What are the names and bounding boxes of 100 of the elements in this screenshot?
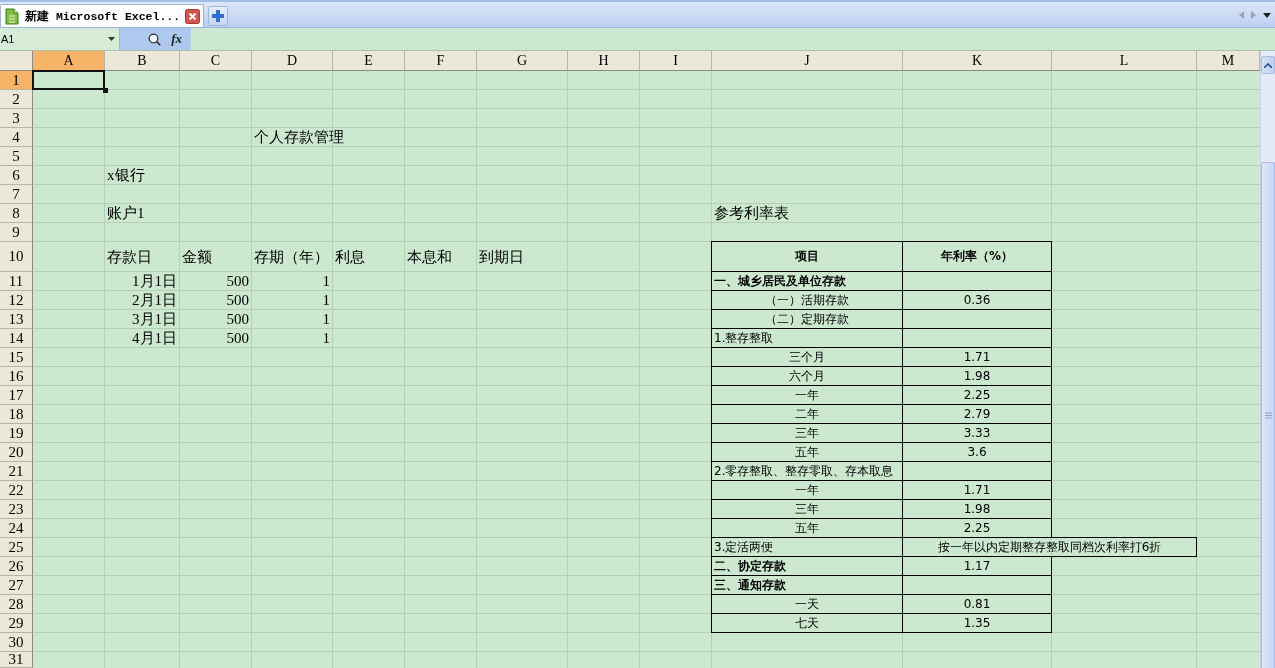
column-header[interactable]: J <box>712 51 903 71</box>
row-header[interactable]: 24 <box>0 519 33 538</box>
table-cell: 2.79 <box>903 405 1052 424</box>
row-header[interactable]: 16 <box>0 367 33 386</box>
cell-text: 1 <box>322 292 330 309</box>
table-cell: 三年 <box>711 500 903 519</box>
row-header[interactable]: 28 <box>0 595 33 614</box>
name-box[interactable]: A1 <box>0 28 120 50</box>
scrollbar-thumb[interactable] <box>1261 162 1275 668</box>
row-header[interactable]: 4 <box>0 128 33 147</box>
scroll-up-button[interactable] <box>1261 56 1275 74</box>
row-header[interactable]: 21 <box>0 462 33 481</box>
column-header[interactable]: K <box>903 51 1052 71</box>
cell-text: 1月1日 <box>132 273 177 290</box>
cell-text: 3月1日 <box>132 311 177 328</box>
table-cell: 一、城乡居民及单位存款 <box>711 272 903 291</box>
table-cell: 0.36 <box>903 291 1052 310</box>
up-caret-icon <box>1264 62 1272 68</box>
row-header[interactable]: 19 <box>0 424 33 443</box>
table-cell: 三、通知存款 <box>711 576 903 595</box>
row-header[interactable]: 6 <box>0 166 33 185</box>
cell-text: 500 <box>226 292 249 309</box>
table-cell: 3.6 <box>903 443 1052 462</box>
column-header[interactable]: A <box>33 51 105 71</box>
row-header[interactable]: 5 <box>0 147 33 166</box>
cell-text: 到期日 <box>479 248 524 266</box>
row-header[interactable]: 18 <box>0 405 33 424</box>
column-header[interactable]: B <box>105 51 180 71</box>
table-cell: 一年 <box>711 481 903 500</box>
new-tab-button[interactable] <box>208 6 229 26</box>
column-header[interactable]: H <box>568 51 640 71</box>
row-header[interactable]: 2 <box>0 90 33 109</box>
table-cell: 1.整存整取 <box>711 329 903 348</box>
column-header[interactable]: C <box>180 51 252 71</box>
row-header[interactable]: 25 <box>0 538 33 557</box>
cell-text: 金额 <box>182 248 212 266</box>
row-header[interactable]: 1 <box>0 71 33 90</box>
table-cell: （一）活期存款 <box>711 291 903 310</box>
column-header[interactable]: E <box>333 51 405 71</box>
fill-handle[interactable] <box>103 88 108 93</box>
row-header[interactable]: 29 <box>0 614 33 633</box>
row-header[interactable]: 23 <box>0 500 33 519</box>
close-icon[interactable] <box>185 8 201 24</box>
down-caret-icon[interactable] <box>1263 12 1271 18</box>
table-cell: 3.定活两便 <box>711 538 903 557</box>
table-cell: （二）定期存款 <box>711 310 903 329</box>
cell-text: 存期（年） <box>254 248 329 266</box>
select-all-corner[interactable] <box>0 51 33 71</box>
row-header[interactable]: 12 <box>0 291 33 310</box>
caret-icon[interactable] <box>108 37 115 41</box>
row-header[interactable]: 27 <box>0 576 33 595</box>
document-icon <box>4 7 20 25</box>
table-cell: 1.98 <box>903 500 1052 519</box>
row-header[interactable]: 26 <box>0 557 33 576</box>
row-header[interactable]: 10 <box>0 242 33 272</box>
table-cell: 1.98 <box>903 367 1052 386</box>
table-cell: 按一年以内定期整存整取同档次利率打6折 <box>903 537 1197 557</box>
row-header[interactable]: 15 <box>0 348 33 367</box>
row-header[interactable]: 20 <box>0 443 33 462</box>
cell-text: 个人存款管理 <box>254 129 344 146</box>
table-cell: 1.17 <box>903 557 1052 576</box>
row-header[interactable]: 30 <box>0 633 33 652</box>
row-header[interactable]: 9 <box>0 223 33 242</box>
worksheet-grid[interactable] <box>0 51 1260 668</box>
row-header[interactable]: 7 <box>0 185 33 204</box>
magnifier-icon[interactable] <box>148 32 162 46</box>
cell-text: 利息 <box>335 248 365 266</box>
row-header[interactable]: 8 <box>0 204 33 223</box>
table-cell: 七天 <box>711 614 903 633</box>
tab-title: 新建 Microsoft Excel... <box>25 8 181 24</box>
row-header[interactable]: 31 <box>0 652 33 668</box>
column-header[interactable]: G <box>477 51 568 71</box>
table-cell: 1.71 <box>903 481 1052 500</box>
row-header[interactable]: 3 <box>0 109 33 128</box>
column-header[interactable]: M <box>1197 51 1260 71</box>
column-header[interactable]: F <box>405 51 477 71</box>
column-header[interactable]: L <box>1052 51 1197 71</box>
table-cell: 一天 <box>711 595 903 614</box>
table-cell: 五年 <box>711 519 903 538</box>
table-cell: 三年 <box>711 424 903 443</box>
row-header[interactable]: 11 <box>0 272 33 291</box>
table-cell: 1.35 <box>903 614 1052 633</box>
column-header[interactable]: I <box>640 51 712 71</box>
column-header[interactable]: D <box>252 51 333 71</box>
cell-text: 本息和 <box>407 248 452 266</box>
row-header[interactable]: 22 <box>0 481 33 500</box>
table-cell: 1.71 <box>903 348 1052 367</box>
document-tab[interactable]: 新建 Microsoft Excel... <box>0 4 205 27</box>
row-header[interactable]: 14 <box>0 329 33 348</box>
cell-text: 500 <box>226 311 249 328</box>
cell-text: 4月1日 <box>132 330 177 347</box>
cell-text: x银行 <box>107 167 145 184</box>
function-button[interactable]: fx <box>169 31 184 47</box>
table-cell: 0.81 <box>903 595 1052 614</box>
row-header[interactable]: 17 <box>0 386 33 405</box>
cell-text: 账户1 <box>107 205 145 222</box>
vertical-scrollbar[interactable] <box>1260 51 1275 668</box>
row-header[interactable]: 13 <box>0 310 33 329</box>
table-cell: 二年 <box>711 405 903 424</box>
cell-text: 1 <box>322 330 330 347</box>
